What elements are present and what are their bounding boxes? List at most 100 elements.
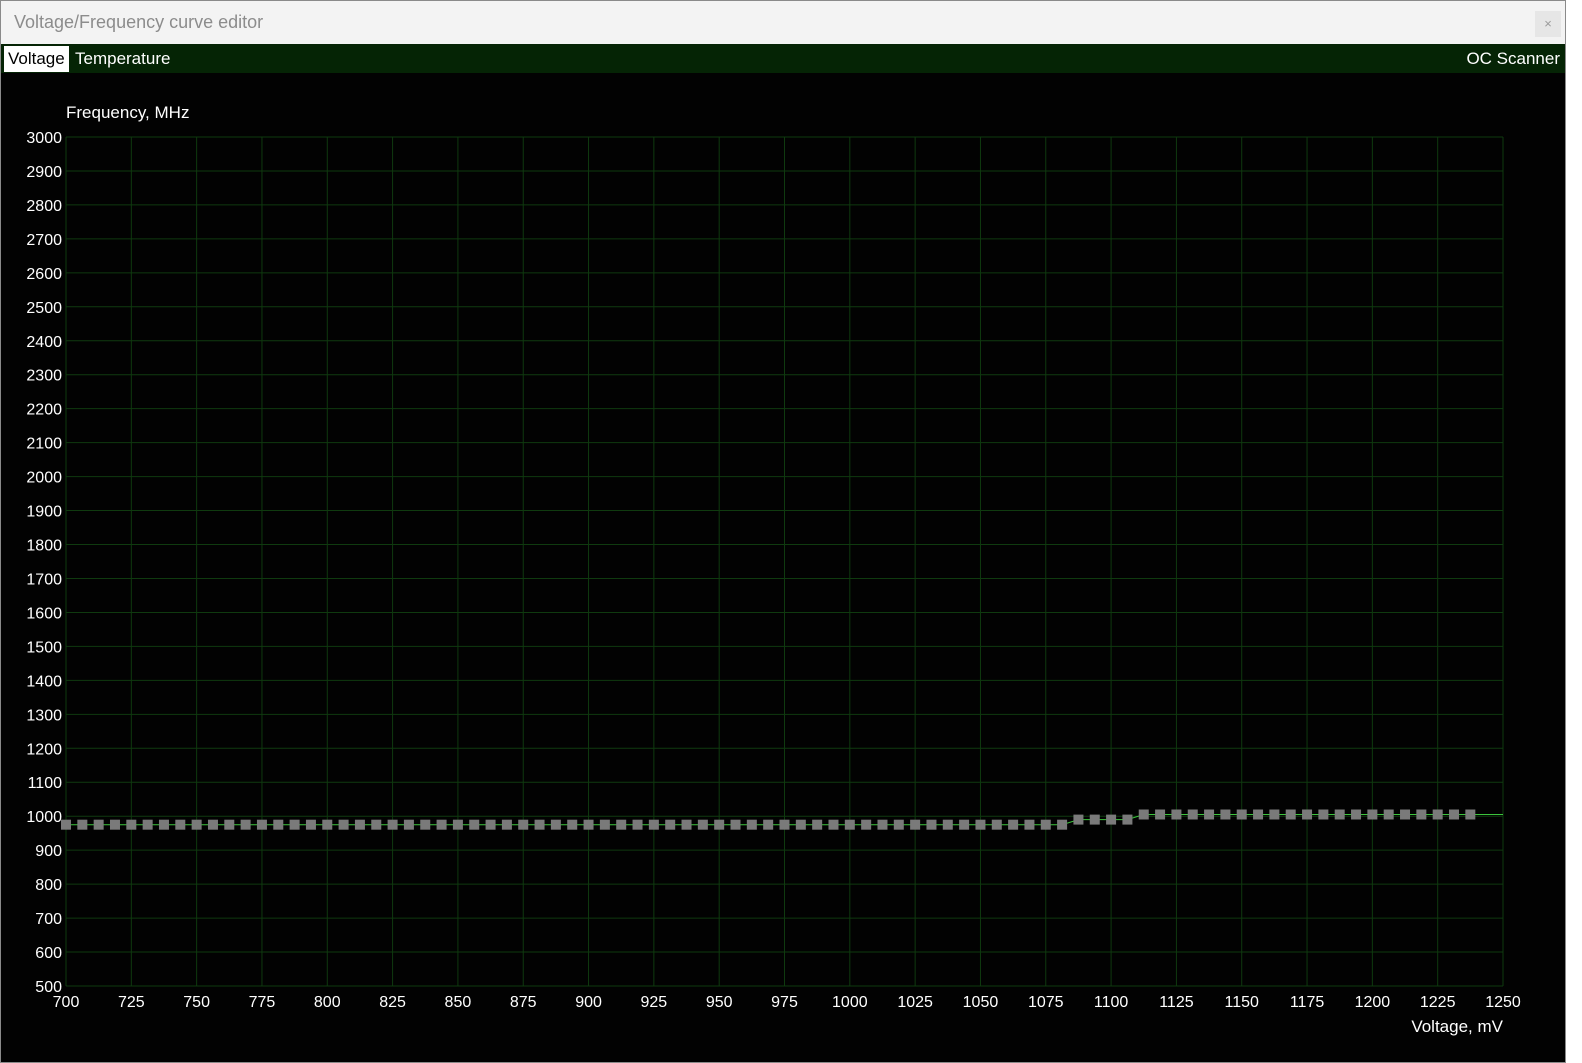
vf-point[interactable] [518, 819, 529, 830]
vf-point[interactable] [893, 819, 904, 830]
vf-point[interactable] [158, 819, 169, 830]
vf-point[interactable] [1106, 814, 1117, 825]
vf-point[interactable] [322, 819, 333, 830]
vf-point[interactable] [1416, 809, 1427, 820]
vf-point[interactable] [844, 819, 855, 830]
vf-point[interactable] [452, 819, 463, 830]
window-title: Voltage/Frequency curve editor [14, 12, 264, 32]
vf-curve-chart[interactable]: 5006007008009001000110012001300140015001… [1, 73, 1565, 1062]
vf-point[interactable] [1073, 814, 1084, 825]
vf-point[interactable] [224, 819, 235, 830]
vf-point[interactable] [207, 819, 218, 830]
vf-point[interactable] [289, 819, 300, 830]
vf-point[interactable] [1269, 809, 1280, 820]
vf-point[interactable] [469, 819, 480, 830]
vf-point[interactable] [550, 819, 561, 830]
vf-point[interactable] [240, 819, 251, 830]
vf-point[interactable] [877, 819, 888, 830]
vf-point[interactable] [665, 819, 676, 830]
vf-point[interactable] [1400, 809, 1411, 820]
vf-point[interactable] [354, 819, 365, 830]
vf-point[interactable] [77, 819, 88, 830]
vf-point[interactable] [534, 819, 545, 830]
vf-point[interactable] [1351, 809, 1362, 820]
vf-point[interactable] [1057, 819, 1068, 830]
vf-point[interactable] [1122, 814, 1133, 825]
vf-point[interactable] [1204, 809, 1215, 820]
vf-point[interactable] [338, 819, 349, 830]
vf-point[interactable] [1465, 809, 1476, 820]
vf-point[interactable] [1285, 809, 1296, 820]
x-tick-label: 775 [249, 994, 276, 1011]
vf-point[interactable] [1318, 809, 1329, 820]
vf-point[interactable] [910, 819, 921, 830]
title-bar[interactable]: Voltage/Frequency curve editor × [1, 1, 1565, 44]
close-icon: × [1544, 16, 1552, 31]
vf-point[interactable] [861, 819, 872, 830]
vf-point[interactable] [403, 819, 414, 830]
vf-point[interactable] [273, 819, 284, 830]
vf-point[interactable] [730, 819, 741, 830]
vf-point[interactable] [942, 819, 953, 830]
x-tick-label: 900 [575, 994, 602, 1011]
vf-point[interactable] [1334, 809, 1345, 820]
vf-point[interactable] [1367, 809, 1378, 820]
vf-point[interactable] [1253, 809, 1264, 820]
vf-point[interactable] [191, 819, 202, 830]
vf-point[interactable] [975, 819, 986, 830]
vf-point[interactable] [1155, 809, 1166, 820]
vf-point[interactable] [567, 819, 578, 830]
vf-point[interactable] [779, 819, 790, 830]
vf-point[interactable] [93, 819, 104, 830]
vf-point[interactable] [926, 819, 937, 830]
vf-point[interactable] [681, 819, 692, 830]
vf-point[interactable] [763, 819, 774, 830]
vf-point[interactable] [436, 819, 447, 830]
vf-point[interactable] [305, 819, 316, 830]
vf-point[interactable] [485, 819, 496, 830]
vf-point[interactable] [420, 819, 431, 830]
vf-point[interactable] [583, 819, 594, 830]
vf-point[interactable] [1449, 809, 1460, 820]
vf-point[interactable] [175, 819, 186, 830]
vf-point[interactable] [1171, 809, 1182, 820]
tab-temperature[interactable]: Temperature [71, 46, 174, 72]
vf-point[interactable] [1008, 819, 1019, 830]
y-tick-label: 1800 [26, 538, 62, 555]
vf-point[interactable] [795, 819, 806, 830]
tab-voltage[interactable]: Voltage [4, 46, 69, 72]
vf-point[interactable] [1024, 819, 1035, 830]
vf-point[interactable] [501, 819, 512, 830]
vf-point[interactable] [616, 819, 627, 830]
vf-point[interactable] [812, 819, 823, 830]
vf-point[interactable] [126, 819, 137, 830]
vf-point[interactable] [256, 819, 267, 830]
vf-point[interactable] [714, 819, 725, 830]
vf-point[interactable] [61, 819, 71, 830]
vf-point[interactable] [1187, 809, 1198, 820]
y-tick-label: 1600 [26, 605, 62, 622]
vf-point[interactable] [1432, 809, 1443, 820]
oc-scanner-button[interactable]: OC Scanner [1462, 46, 1564, 72]
vf-point[interactable] [1302, 809, 1313, 820]
vf-point[interactable] [959, 819, 970, 830]
vf-point[interactable] [599, 819, 610, 830]
vf-point[interactable] [1089, 814, 1100, 825]
vf-point[interactable] [632, 819, 643, 830]
vf-point[interactable] [387, 819, 398, 830]
vf-point[interactable] [1236, 809, 1247, 820]
close-button[interactable]: × [1535, 11, 1561, 37]
vf-point[interactable] [1220, 809, 1231, 820]
vf-point[interactable] [1383, 809, 1394, 820]
vf-point[interactable] [142, 819, 153, 830]
vf-point[interactable] [991, 819, 1002, 830]
vf-point[interactable] [828, 819, 839, 830]
vf-point[interactable] [371, 819, 382, 830]
vf-point[interactable] [746, 819, 757, 830]
vf-point[interactable] [109, 819, 120, 830]
vf-point[interactable] [1040, 819, 1051, 830]
vf-point[interactable] [648, 819, 659, 830]
vf-point[interactable] [1138, 809, 1149, 820]
vf-point[interactable] [697, 819, 708, 830]
y-tick-label: 900 [35, 843, 62, 860]
